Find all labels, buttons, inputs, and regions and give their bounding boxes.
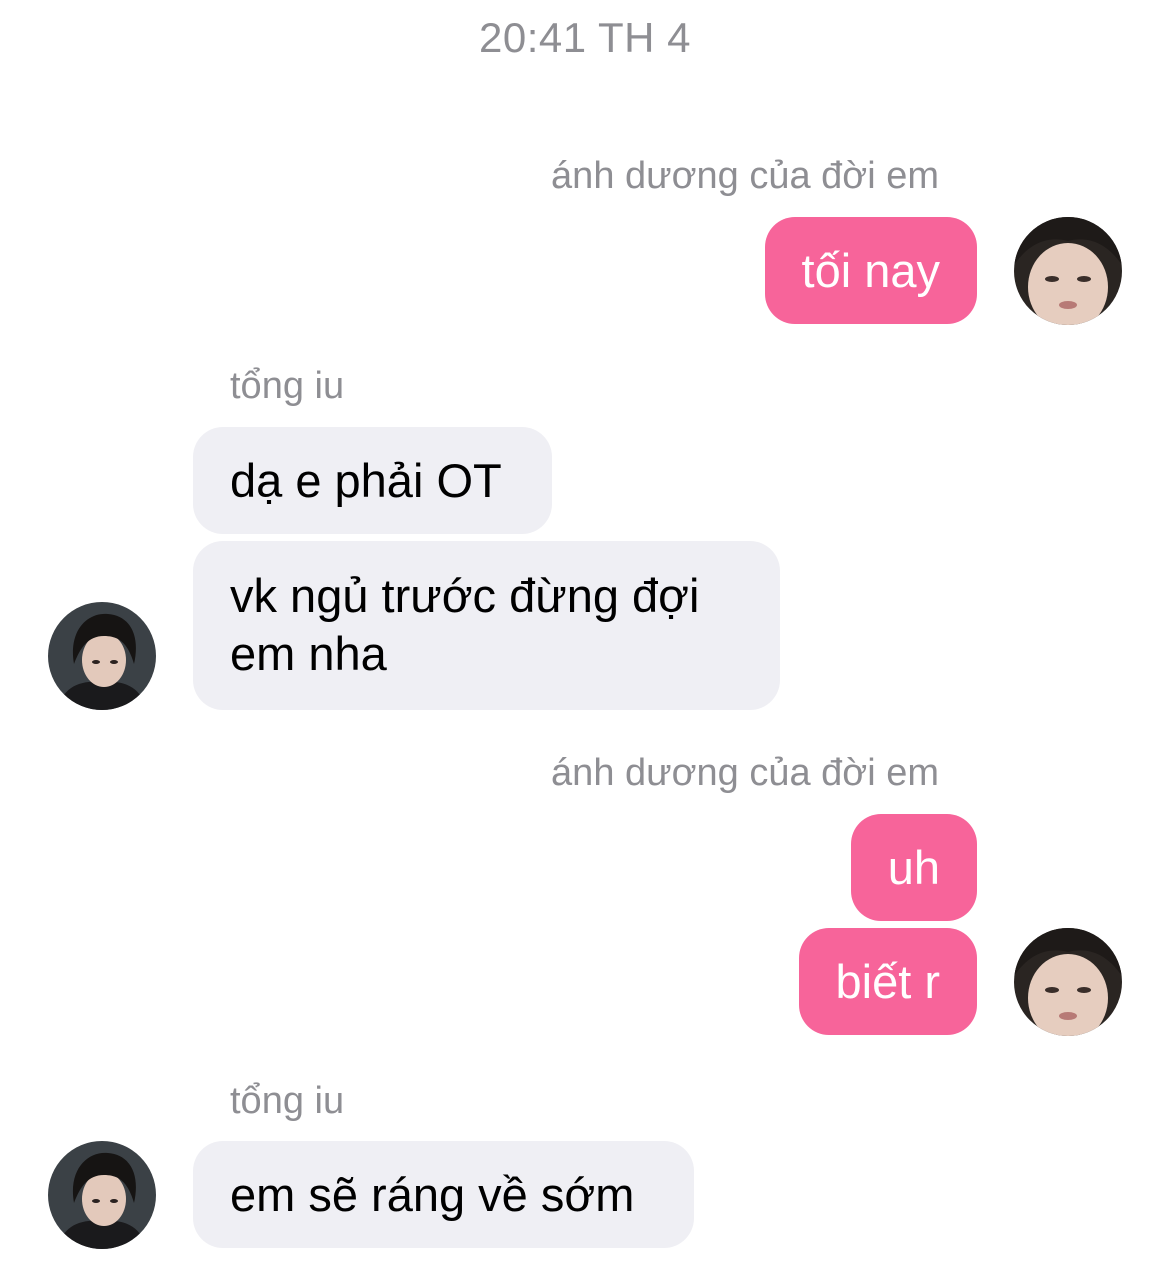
outgoing-avatar-icon[interactable]	[1014, 217, 1122, 325]
outgoing-avatar-icon[interactable]	[1014, 928, 1122, 1036]
message-bubble-incoming[interactable]: dạ e phải OT	[193, 427, 552, 534]
sender-name-incoming: tổng iu	[230, 1080, 345, 1122]
message-bubble-incoming[interactable]: em sẽ ráng về sớm	[193, 1141, 694, 1248]
message-bubble-outgoing[interactable]: biết r	[798, 928, 977, 1035]
incoming-avatar-icon[interactable]	[48, 1141, 156, 1249]
message-timestamp: 20:41 TH 4	[478, 14, 692, 61]
message-bubble-outgoing[interactable]: tối nay	[764, 217, 977, 324]
sender-name-outgoing: ánh dương của đời em	[551, 752, 939, 794]
incoming-avatar-icon[interactable]	[48, 602, 156, 710]
sender-name-outgoing: ánh dương của đời em	[551, 155, 939, 197]
message-bubble-incoming[interactable]: vk ngủ trước đừng đợi em nha	[193, 541, 780, 710]
message-bubble-outgoing[interactable]: uh	[850, 814, 977, 921]
sender-name-incoming: tổng iu	[230, 365, 345, 407]
